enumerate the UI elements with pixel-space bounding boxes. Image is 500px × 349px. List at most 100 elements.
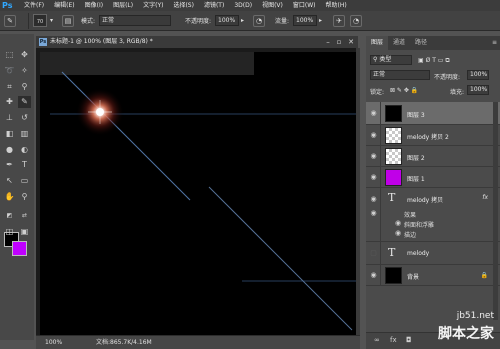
fx-icon[interactable]: fx — [390, 336, 397, 344]
document-tab[interactable]: Ps 未标题-1 @ 100% (图层 3, RGB/8) * – ▫ ✕ — [36, 36, 358, 48]
layer-opacity-input[interactable]: 100% — [467, 70, 489, 80]
tool-preset-picker[interactable]: ✎ — [4, 14, 16, 27]
swap-colors-icon[interactable]: ⇄ — [18, 210, 31, 222]
path-select-tool-icon[interactable]: ↖ — [3, 175, 16, 187]
layers-scrollbar[interactable] — [493, 102, 498, 320]
minimize-icon[interactable]: – — [323, 37, 333, 47]
document-canvas[interactable] — [40, 52, 358, 335]
blend-mode-select[interactable]: 正常 — [370, 70, 430, 80]
effect-stroke: 描边 — [404, 232, 417, 239]
menu-view[interactable]: 视图(V) — [262, 0, 283, 11]
layer-row[interactable]: ◉ 图层 2 — [366, 146, 500, 167]
layer-row[interactable]: ◉ 图层 1 — [366, 167, 500, 188]
layer-row[interactable]: ▢ T melody — [366, 242, 500, 265]
blur-tool-icon[interactable]: ● — [3, 144, 16, 156]
default-colors-icon[interactable]: ◩ — [3, 210, 16, 222]
chevron-down-icon[interactable]: ▸ — [319, 17, 322, 24]
menu-select[interactable]: 选择(S) — [173, 0, 194, 11]
eye-icon[interactable]: ◉ — [394, 229, 402, 237]
eye-icon[interactable]: ◉ — [368, 131, 379, 139]
mode-select[interactable]: 正常 — [99, 15, 172, 26]
close-icon[interactable]: ✕ — [346, 37, 356, 47]
type-tool-icon[interactable]: T — [18, 159, 31, 171]
lock-icon: 🔒 — [480, 272, 488, 279]
zoom-tool-icon[interactable]: ⚲ — [18, 191, 31, 203]
pen-tool-icon[interactable]: ✒ — [3, 159, 16, 171]
shape-tool-icon[interactable]: ▭ — [18, 175, 31, 187]
quick-mask-icon[interactable]: ◫ — [3, 226, 16, 238]
eye-icon[interactable]: ◉ — [368, 109, 379, 117]
filter-icons[interactable]: ▣ Ø T ▭ ⧉ — [418, 57, 450, 65]
chevron-down-icon[interactable]: ▸ — [241, 17, 244, 24]
dodge-tool-icon[interactable]: ◐ — [18, 144, 31, 156]
quick-select-tool-icon[interactable]: ✧ — [18, 65, 31, 77]
layer-row[interactable]: ◉ T melody 拷贝 fx ◉ 效果 ◉ 斜面和浮雕 ◉ 描边 — [366, 188, 500, 242]
brush-panel-toggle[interactable]: ▤ — [62, 14, 74, 27]
healing-brush-tool-icon[interactable]: ✚ — [3, 96, 16, 108]
document-info[interactable]: 文档:865.7K/4.16M — [96, 336, 152, 349]
divider — [380, 125, 381, 145]
menu-layer[interactable]: 图层(L) — [113, 0, 133, 11]
eye-icon[interactable]: ◉ — [368, 173, 379, 181]
tab-layers[interactable]: 图层 — [366, 36, 389, 50]
layer-row[interactable]: ◉ 图层 3 — [366, 102, 500, 125]
layer-row[interactable]: ◉ melody 拷贝 2 — [366, 125, 500, 146]
crop-tool-icon[interactable]: ⌗ — [3, 81, 16, 93]
screen-mode-icon[interactable]: ▣ — [18, 226, 31, 238]
menu-edit[interactable]: 编辑(E) — [54, 0, 74, 11]
layer-filter-select[interactable]: ⚲ 类型 — [370, 55, 412, 65]
layers-panel: 图层 通道 路径 ⚲ 类型 ▣ Ø T ▭ ⧉ 正常 不透明度: 100% 锁定… — [366, 36, 500, 349]
background-color-swatch[interactable] — [12, 241, 27, 256]
brush-tool-icon[interactable]: ✎ — [18, 96, 31, 108]
tab-channels[interactable]: 通道 — [388, 36, 410, 50]
layer-name: 背景 — [407, 274, 420, 281]
move-tool-icon[interactable]: ✥ — [18, 49, 31, 61]
brush-size-picker[interactable]: 70 ▾ — [33, 14, 53, 27]
fx-badge[interactable]: fx — [482, 194, 488, 201]
menu-window[interactable]: 窗口(W) — [293, 0, 316, 11]
link-icon[interactable]: ∞ — [374, 336, 380, 344]
zoom-level[interactable]: 100% — [45, 336, 62, 349]
history-brush-tool-icon[interactable]: ↺ — [18, 112, 31, 124]
eye-icon[interactable]: ◉ — [368, 271, 379, 279]
eraser-tool-icon[interactable]: ◧ — [3, 128, 16, 140]
menu-file[interactable]: 文件(F) — [24, 0, 44, 11]
gradient-tool-icon[interactable]: ▥ — [18, 128, 31, 140]
menu-image[interactable]: 图像(I) — [85, 0, 103, 11]
menu-3d[interactable]: 3D(D) — [234, 0, 252, 11]
canvas-scrollbar[interactable] — [356, 48, 360, 335]
panel-collapse-arrow[interactable]: ≡ — [492, 39, 497, 46]
eye-icon[interactable]: ◉ — [368, 152, 379, 160]
divider — [380, 146, 381, 166]
airbrush-icon: ✈ — [333, 14, 345, 27]
layer-name: melody 拷贝 2 — [407, 134, 449, 141]
eye-icon[interactable]: ◉ — [368, 195, 379, 203]
visibility-off-icon[interactable]: ▢ — [368, 249, 379, 257]
maximize-icon[interactable]: ▫ — [334, 37, 344, 47]
eye-icon[interactable]: ◉ — [368, 209, 379, 217]
hand-tool-icon[interactable]: ✋ — [3, 191, 16, 203]
flow-input[interactable]: 100% — [293, 15, 318, 26]
opacity-input[interactable]: 100% — [215, 15, 240, 26]
tab-paths[interactable]: 路径 — [410, 36, 432, 50]
divider — [380, 167, 381, 187]
pressure-size-toggle[interactable]: ◔ — [350, 14, 362, 27]
marquee-tool-icon[interactable]: ⬚ — [3, 49, 16, 61]
menu-help[interactable]: 帮助(H) — [326, 0, 347, 11]
lock-icons[interactable]: ⊠ ✎ ✥ 🔒 — [390, 87, 418, 94]
pressure-opacity-toggle[interactable]: ◔ — [253, 14, 265, 27]
eye-icon[interactable]: ◉ — [394, 219, 402, 227]
lasso-tool-icon[interactable]: ➰ — [3, 65, 16, 77]
flow-label: 流量: — [275, 18, 290, 25]
layer-row[interactable]: ◉ 背景 🔒 — [366, 265, 500, 286]
layer-filter-value: 类型 — [379, 56, 392, 63]
effect-bevel-emboss: 斜面和浮雕 — [404, 222, 435, 229]
clone-stamp-tool-icon[interactable]: ⊥ — [3, 112, 16, 124]
eyedropper-tool-icon[interactable]: ⚲ — [18, 81, 31, 93]
menu-type[interactable]: 文字(Y) — [143, 0, 163, 11]
airbrush-toggle[interactable]: ✈ — [333, 14, 345, 27]
mode-control: 模式: 正常 — [81, 14, 172, 27]
fill-input[interactable]: 100% — [467, 85, 489, 95]
menu-filter[interactable]: 滤镜(T) — [204, 0, 224, 11]
layers-list: ◉ 图层 3 ◉ melody 拷贝 2 ◉ 图层 2 ◉ 图层 1 ◉ T m… — [366, 102, 500, 320]
